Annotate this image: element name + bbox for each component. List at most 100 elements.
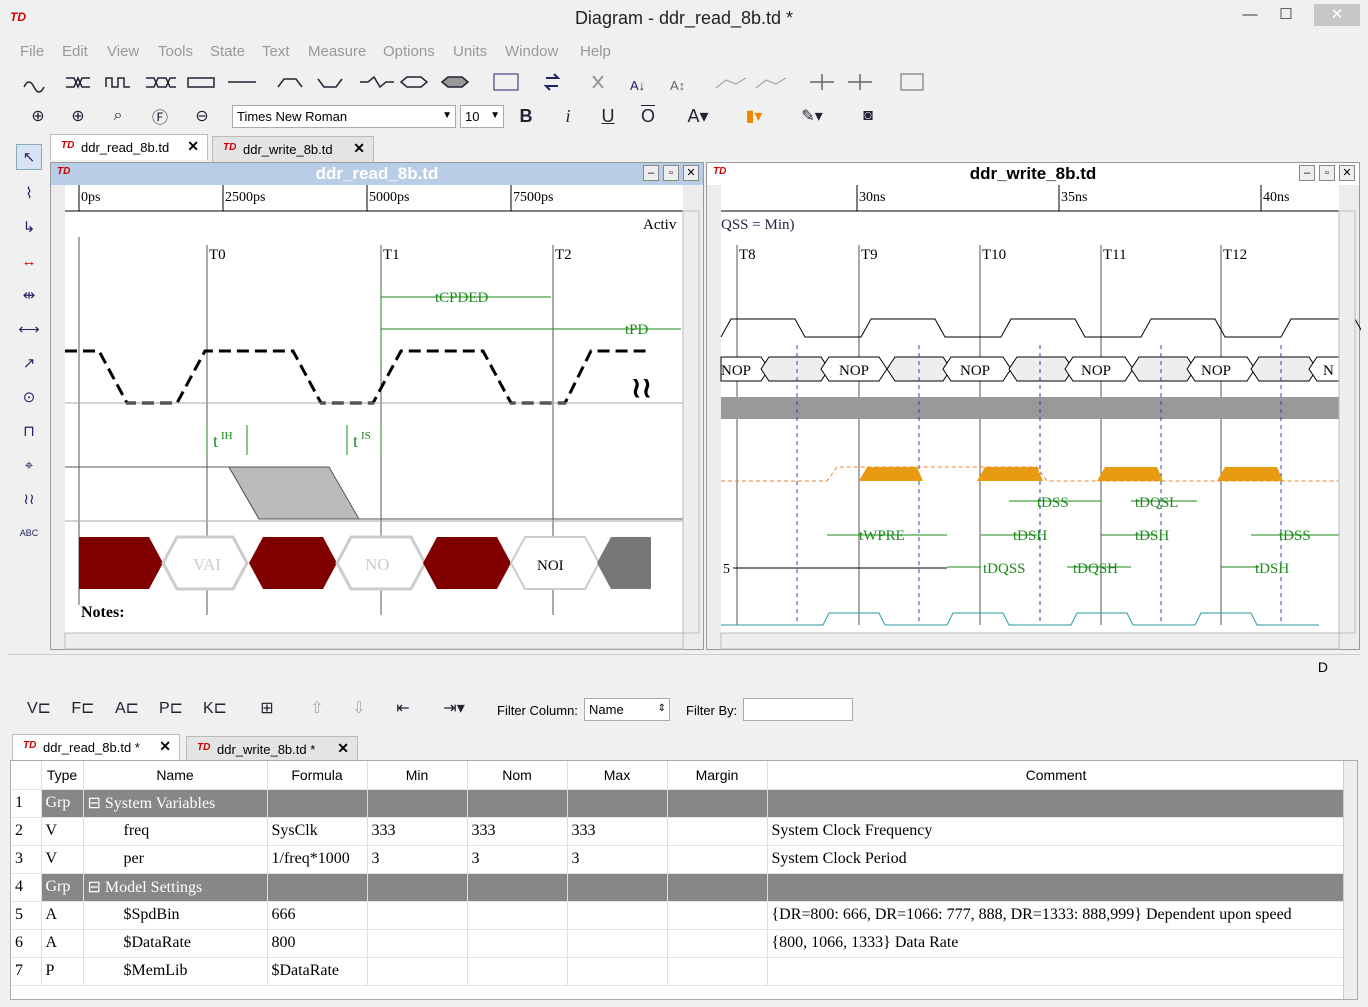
column-header-nom[interactable]: Nom [467, 761, 568, 790]
cell-name[interactable]: ⊟ Model Settings [83, 873, 268, 902]
cell-nom[interactable] [467, 873, 568, 902]
menu-units[interactable]: Units [453, 43, 487, 60]
cell-nom[interactable] [467, 929, 568, 958]
cell-nom[interactable]: 3 [467, 845, 568, 874]
break-icon[interactable]: ≀≀ [16, 486, 42, 512]
cell-name[interactable]: ⊟ System Variables [83, 789, 268, 818]
font-family-select[interactable]: Times New Roman ▼ [232, 105, 456, 128]
column-header-max[interactable]: Max [567, 761, 668, 790]
cell-max[interactable] [567, 929, 668, 958]
column-header-type[interactable]: Type [41, 761, 84, 790]
tab-ddr-read-params[interactable]: TD ddr_read_8b.td * ✕ [12, 734, 180, 760]
move-up-icon[interactable]: ⇧ [304, 694, 330, 722]
cell-margin[interactable] [667, 901, 768, 930]
cell-comment[interactable]: System Clock Frequency [767, 817, 1346, 846]
menu-tools[interactable]: Tools [158, 43, 193, 60]
tab-ddr-read[interactable]: TD ddr_read_8b.td ✕ [50, 134, 208, 160]
add-constant-icon[interactable]: K⊏ [202, 694, 228, 722]
table-row[interactable]: 4 Grp ⊟ Model Settings [11, 873, 1346, 902]
cell-formula[interactable]: SysClk [267, 817, 368, 846]
cell-margin[interactable] [667, 789, 768, 818]
table-row[interactable]: 6 A $DataRate 800 {800, 1066, 1333} Data… [11, 929, 1346, 958]
cell-type[interactable]: V [41, 845, 84, 874]
anchor-icon[interactable]: ⌖ [16, 452, 42, 478]
cell-max[interactable]: 333 [567, 817, 668, 846]
cell-type[interactable]: A [41, 901, 84, 930]
cell-min[interactable] [367, 929, 468, 958]
close-icon[interactable]: ✕ [159, 738, 171, 755]
tab-ddr-write-params[interactable]: TD ddr_write_8b.td * ✕ [186, 736, 358, 762]
cell-min[interactable] [367, 873, 468, 902]
cell-type[interactable]: A [41, 929, 84, 958]
underline-button[interactable]: U [596, 102, 620, 130]
zoom-in-icon[interactable]: ⊕ [26, 102, 50, 130]
cell-margin[interactable] [667, 957, 768, 986]
cell-min[interactable] [367, 901, 468, 930]
cell-max[interactable]: 3 [567, 845, 668, 874]
cell-name[interactable]: freq [83, 817, 268, 846]
cell-min[interactable]: 333 [367, 817, 468, 846]
collapse-icon[interactable]: ⊟ [88, 879, 105, 896]
cell-comment[interactable] [767, 957, 1346, 986]
cell-nom[interactable] [467, 901, 568, 930]
bus-measure-icon[interactable]: ⟷ [16, 316, 42, 342]
zoom-in-full-icon[interactable]: ⊕ [66, 102, 90, 130]
pane-close-button[interactable]: ✕ [1339, 165, 1355, 181]
table-row[interactable]: 5 A $SpdBin 666 {DR=800: 666, DR=1066: 7… [11, 901, 1346, 930]
cell-type[interactable]: P [41, 957, 84, 986]
cell-max[interactable] [567, 873, 668, 902]
cell-comment[interactable] [767, 789, 1346, 818]
indent-icon[interactable]: ⇤ [388, 694, 418, 722]
pane-minimize-button[interactable]: – [643, 165, 659, 181]
close-button[interactable]: ✕ [1314, 4, 1360, 26]
cell-name[interactable]: $MemLib [83, 957, 268, 986]
cell-max[interactable] [567, 789, 668, 818]
cell-comment[interactable]: System Clock Period [767, 845, 1346, 874]
add-parameter-icon[interactable]: P⊏ [158, 694, 184, 722]
cell-formula[interactable]: $DataRate [267, 957, 368, 986]
read-timing-canvas[interactable]: 0ps 2500ps 5000ps 7500ps Activ T0 T1 T2 … [51, 185, 705, 651]
arrow-icon[interactable]: ↗ [16, 350, 42, 376]
column-header-formula[interactable]: Formula [267, 761, 368, 790]
menu-help[interactable]: Help [580, 43, 611, 60]
cell-name[interactable]: per [83, 845, 268, 874]
zoom-icon[interactable]: ⌕ [106, 102, 130, 130]
add-variable-icon[interactable]: V⊏ [26, 694, 52, 722]
close-icon[interactable]: ✕ [187, 138, 199, 155]
italic-button[interactable]: i [556, 102, 580, 130]
zoom-fit-icon[interactable]: Ⓕ [148, 102, 172, 130]
grid-vertical-scrollbar[interactable] [1343, 761, 1357, 999]
add-assignment-icon[interactable]: A⊏ [114, 694, 140, 722]
menu-edit[interactable]: Edit [62, 43, 88, 60]
close-icon[interactable]: ✕ [337, 740, 349, 757]
cell-nom[interactable] [467, 957, 568, 986]
cell-margin[interactable] [667, 929, 768, 958]
write-timing-canvas[interactable]: 30ns 35ns 40ns QSS = Min) T8 T9 T10 T11 … [707, 185, 1361, 651]
cell-type[interactable]: V [41, 817, 84, 846]
cell-formula[interactable] [267, 789, 368, 818]
cell-nom[interactable] [467, 789, 568, 818]
cell-formula[interactable]: 1/freq*1000 [267, 845, 368, 874]
pane-close-button[interactable]: ✕ [683, 165, 699, 181]
cell-comment[interactable]: {800, 1066, 1333} Data Rate [767, 929, 1346, 958]
font-size-select[interactable]: 10 ▼ [460, 105, 504, 128]
tab-ddr-write[interactable]: TD ddr_write_8b.td ✕ [212, 136, 374, 162]
menu-text[interactable]: Text [262, 43, 290, 60]
menu-state[interactable]: State [210, 43, 245, 60]
cell-comment[interactable]: {DR=800: 666, DR=1066: 777, 888, DR=1333… [767, 901, 1346, 930]
cell-type[interactable]: Grp [41, 873, 84, 902]
cell-name[interactable]: $SpdBin [83, 901, 268, 930]
collapse-icon[interactable]: ⊟ [88, 795, 105, 812]
cell-comment[interactable] [767, 873, 1346, 902]
cell-formula[interactable]: 666 [267, 901, 368, 930]
cell-min[interactable] [367, 789, 468, 818]
cell-margin[interactable] [667, 845, 768, 874]
filter-by-input[interactable] [743, 698, 853, 721]
menu-view[interactable]: View [107, 43, 139, 60]
pointer-icon[interactable]: ↖ [16, 144, 42, 170]
table-row[interactable]: 1 Grp ⊟ System Variables [11, 789, 1346, 818]
group-icon[interactable]: ⊞ [254, 694, 280, 722]
cell-nom[interactable]: 333 [467, 817, 568, 846]
filter-column-select[interactable]: Name ⇕ [584, 698, 670, 721]
menu-measure[interactable]: Measure [308, 43, 366, 60]
